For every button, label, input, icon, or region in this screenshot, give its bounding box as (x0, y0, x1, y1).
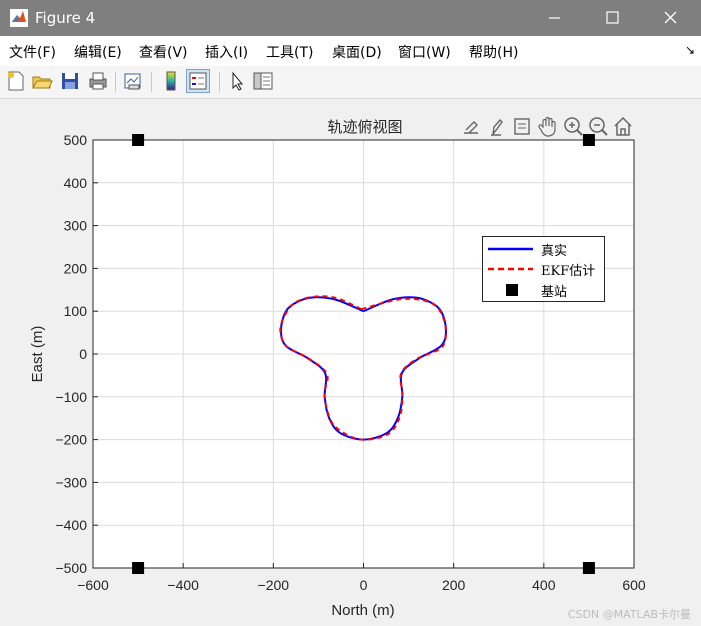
zoom-out-icon[interactable] (589, 117, 608, 136)
brush-icon[interactable] (491, 118, 503, 137)
y-tick-label: −200 (55, 432, 87, 448)
x-tick-label: −600 (77, 577, 109, 593)
zoom-in-icon[interactable] (564, 117, 583, 136)
x-tick-label: 0 (360, 577, 368, 593)
legend-label-ekf: EKF估计 (541, 264, 596, 279)
legend-marker-square (506, 284, 518, 296)
x-axis-label: North (m) (331, 602, 394, 619)
y-tick-label: 100 (64, 303, 88, 319)
y-tick-label: −300 (55, 474, 87, 490)
base-station-marker (132, 134, 145, 146)
y-tick-label: −100 (55, 389, 87, 405)
plot-axes[interactable]: −600 −400 −200 0 200 400 600 −500 −400 −300 −200 −1… (0, 0, 701, 626)
legend-entry-ekf: EKF估计 (483, 259, 604, 279)
legend-entry-station: 基站 (483, 280, 604, 300)
y-tick-label: 400 (64, 175, 88, 191)
x-tick-label: 200 (442, 577, 466, 593)
data-tips-icon[interactable] (514, 118, 530, 135)
y-tick-label: 200 (64, 260, 88, 276)
watermark: CSDN @MATLAB卡尔曼 (567, 608, 691, 621)
export-icon[interactable] (464, 121, 478, 134)
legend-entry-true: 真实 (483, 239, 604, 259)
y-axis-label: East (m) (29, 326, 46, 383)
home-icon[interactable] (614, 116, 632, 136)
y-tick-label: 0 (79, 346, 87, 362)
legend-line-dashed (488, 267, 533, 271)
legend-label-station: 基站 (541, 285, 568, 300)
pan-icon[interactable] (538, 116, 556, 137)
x-tick-label: −400 (167, 577, 199, 593)
x-tick-label: 600 (622, 577, 646, 593)
y-tick-label: −400 (55, 517, 87, 533)
base-station-marker (582, 562, 595, 574)
y-tick-label: 500 (64, 132, 88, 148)
legend[interactable]: 真实 EKF估计 基站 (482, 236, 605, 302)
x-tick-label: −200 (258, 577, 290, 593)
base-station-marker (132, 562, 145, 574)
plot-title: 轨迹俯视图 (327, 118, 403, 136)
y-tick-label: −500 (55, 560, 87, 576)
x-tick-label: 400 (532, 577, 556, 593)
axes-toolbar (464, 116, 632, 137)
legend-label-true: 真实 (541, 244, 568, 259)
y-tick-label: 300 (64, 218, 88, 234)
legend-line-solid (488, 247, 533, 251)
